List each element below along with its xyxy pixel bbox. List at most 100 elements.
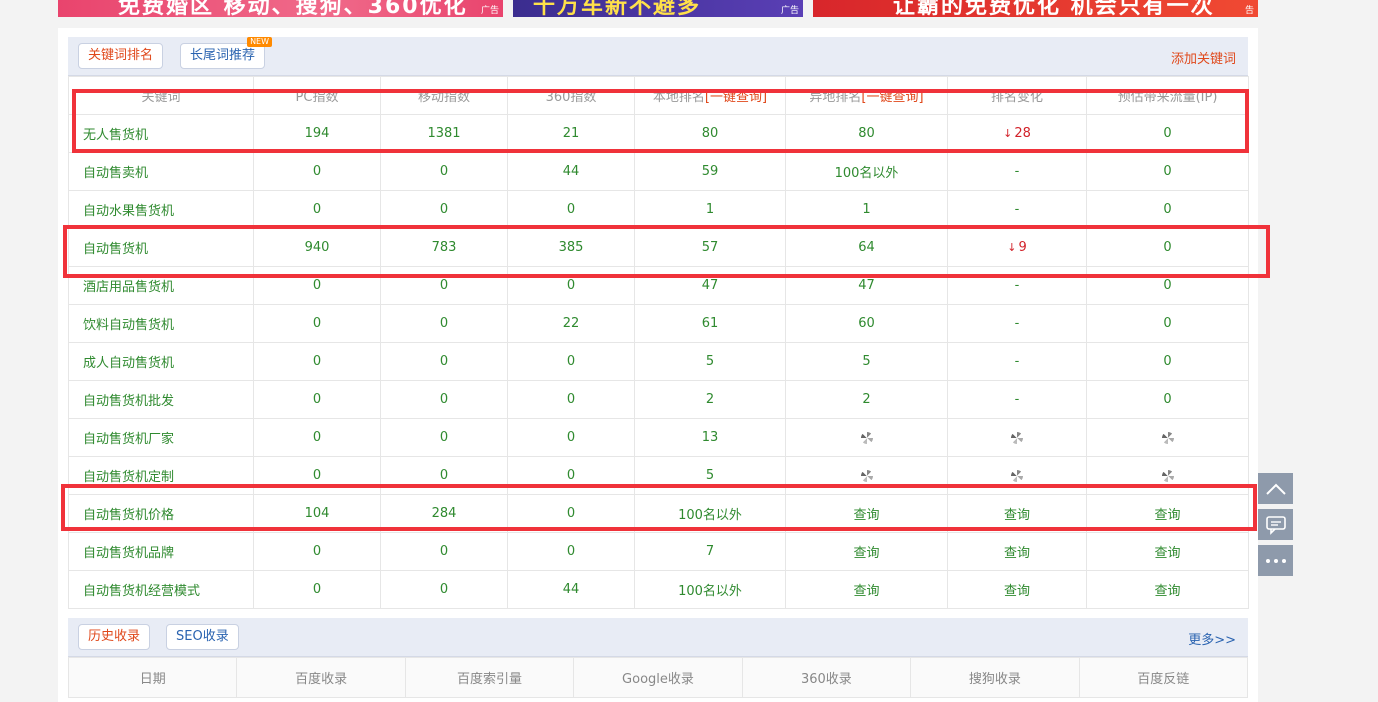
loading-spinner-icon [1161,469,1174,482]
keyword-cell[interactable]: 自动水果售货机 [68,190,254,229]
remote-rank-cell-query-link[interactable]: 查询 [853,508,879,523]
traffic-cell: 0 [1086,380,1249,419]
rank-change-value: 28 [1014,126,1031,141]
rank-change-cell [947,456,1087,495]
local-rank-cell: 57 [634,228,786,267]
tab-label: 长尾词推荐 [190,48,256,63]
keyword-cell[interactable]: 自动售货机 [68,228,254,267]
index-360-cell: 0 [507,494,635,533]
keyword-cell[interactable]: 自动售货机批发 [68,380,254,419]
pc-index-cell: 0 [253,570,381,609]
pc-index-cell: 0 [253,304,381,343]
rank-change-down: ↓ 28 [1003,126,1031,141]
traffic-cell: 查询 [1086,494,1249,533]
rank-change-cell-query-link[interactable]: 查询 [1004,584,1030,599]
mobile-index-cell: 0 [380,266,508,305]
remote-rank-cell: 100名以外 [785,152,948,191]
local-rank-cell: 59 [634,152,786,191]
col-mobile-index: 移动指数 [380,76,508,115]
table-row: 自动售货机价格 104 284 0 100名以外 查询 查询 查询 [68,494,1249,533]
banner-ad-3[interactable]: 让霸的免费优化 机会只有一次 告 [813,0,1258,17]
feedback-button[interactable] [1258,509,1293,540]
remote-rank-cell-query-link[interactable]: 查询 [853,584,879,599]
keyword-cell[interactable]: 自动售货机品牌 [68,532,254,571]
rank-change-cell: 查询 [947,494,1087,533]
banner-ad-1[interactable]: 免费婚区 移动、搜狗、360优化 广告 [58,0,503,17]
index-360-cell: 21 [507,114,635,153]
index-360-cell: 44 [507,152,635,191]
history-col: Google收录 [573,657,743,698]
mobile-index-cell: 0 [380,342,508,381]
local-rank-query-all-link[interactable]: [一键查询] [705,90,767,105]
table-row: 成人自动售货机 0 0 0 5 5-0 [68,342,1249,381]
tab-longtail-recommend[interactable]: 长尾词推荐 NEW [180,37,273,69]
local-rank-cell: 7 [634,532,786,571]
keyword-cell[interactable]: 自动售货机厂家 [68,418,254,457]
add-keyword-link[interactable]: 添加关键词 [1171,48,1236,67]
mobile-index-cell: 0 [380,532,508,571]
remote-rank-cell: 2 [785,380,948,419]
table-header-row: 关键词 PC指数 移动指数 360指数 本地排名[一键查询] 异地排名[一键查询… [68,76,1249,115]
history-col: 日期 [67,657,238,698]
keyword-cell[interactable]: 酒店用品售货机 [68,266,254,305]
keyword-cell[interactable]: 自动售卖机 [68,152,254,191]
keyword-cell[interactable]: 自动售货机经营模式 [68,570,254,609]
remote-rank-cell: 查询 [785,532,948,571]
keyword-tabbar: 关键词排名 长尾词推荐 NEW 添加关键词 [68,37,1248,76]
remote-rank-cell: 5 [785,342,948,381]
rank-change-cell: 查询 [947,532,1087,571]
remote-rank-cell [785,418,948,457]
col-remote-rank-label: 异地排名 [809,90,862,105]
loading-spinner-icon [1011,431,1023,444]
more-button[interactable] [1258,545,1293,576]
history-col: 百度收录 [236,657,406,698]
traffic-cell: 0 [1086,152,1249,191]
keyword-cell[interactable]: 饮料自动售货机 [68,304,254,343]
traffic-cell-query-link[interactable]: 查询 [1154,546,1180,561]
remote-rank-cell-query-link[interactable]: 查询 [853,546,879,561]
keyword-rank-table: 关键词 PC指数 移动指数 360指数 本地排名[一键查询] 异地排名[一键查询… [68,76,1249,609]
index-360-cell: 0 [507,190,635,229]
col-traffic: 预估带来流量(IP) [1086,76,1249,115]
traffic-cell-query-link[interactable]: 查询 [1154,584,1180,599]
remote-rank-query-all-link[interactable]: [一键查询] [861,90,923,105]
rank-change-cell-query-link[interactable]: 查询 [1004,546,1030,561]
back-to-top-button[interactable] [1258,473,1293,504]
keyword-cell[interactable]: 自动售货机价格 [68,494,254,533]
rank-change-value: 9 [1018,240,1027,255]
traffic-cell-query-link[interactable]: 查询 [1154,508,1180,523]
table-row: 自动售货机批发 0 0 0 2 2-0 [68,380,1249,419]
mobile-index-cell: 0 [380,380,508,419]
table-row: 自动水果售货机 0 0 0 1 1-0 [68,190,1249,229]
keyword-cell[interactable]: 成人自动售货机 [68,342,254,381]
tab-history-index[interactable]: 历史收录 [78,624,151,650]
remote-rank-cell: 查询 [785,570,948,609]
index-360-cell: 0 [507,418,635,457]
pc-index-cell: 0 [253,152,381,191]
keyword-cell[interactable]: 无人售货机 [68,114,254,153]
history-col: 百度索引量 [404,657,575,698]
traffic-cell [1086,456,1249,495]
rank-change-cell [947,418,1087,457]
local-rank-cell: 100名以外 [634,494,786,533]
local-rank-cell: 5 [634,456,786,495]
traffic-cell: 查询 [1086,532,1249,571]
local-rank-cell: 13 [634,418,786,457]
tab-seo-index[interactable]: SEO收录 [166,624,239,650]
rank-change-cell-query-link[interactable]: 查询 [1004,508,1030,523]
tab-keyword-rank[interactable]: 关键词排名 [78,43,164,69]
arrow-down-icon: ↓ [1007,241,1017,254]
mobile-index-cell: 0 [380,570,508,609]
keyword-cell[interactable]: 自动售货机定制 [68,456,254,495]
more-link[interactable]: 更多>> [1188,629,1236,648]
rank-change-cell: - [947,266,1087,305]
table-row: 自动售货机厂家 0 0 0 13 [68,418,1249,457]
more-icon [1265,558,1286,563]
traffic-cell [1086,418,1249,457]
local-rank-cell: 61 [634,304,786,343]
rank-change-cell: - [947,342,1087,381]
rank-change-down: ↓ 9 [1007,240,1027,255]
banner-ad-2[interactable]: 千万车新不避多 广告 [513,0,803,17]
pc-index-cell: 0 [253,532,381,571]
history-tabbar: 历史收录 SEO收录 更多>> [68,618,1248,657]
